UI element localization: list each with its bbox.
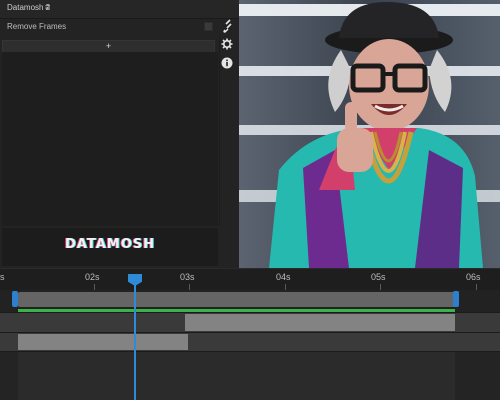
track-segment <box>18 352 455 400</box>
tick-label: 02s <box>85 272 100 282</box>
effect-label: Remove Frames <box>7 22 67 31</box>
hamburger-menu-icon[interactable]: ≡ <box>45 2 50 12</box>
link-icon[interactable] <box>222 19 234 33</box>
timeline-ruler[interactable]: s 02s 03s 04s 05s 06s <box>0 268 500 291</box>
info-icon[interactable] <box>221 57 233 69</box>
tick-label: s <box>0 272 5 282</box>
datamosh-logo: DATAMOSH <box>65 237 155 252</box>
render-bar <box>18 309 455 312</box>
frames-list <box>2 52 218 226</box>
logo-area: DATAMOSH <box>2 228 218 266</box>
clip-end-handle[interactable] <box>453 291 459 307</box>
panel-header: Datamosh 2 ≡ <box>0 0 239 19</box>
timeline-clip[interactable] <box>18 292 455 307</box>
track-segment[interactable] <box>185 314 455 331</box>
track-segment[interactable] <box>18 334 188 350</box>
effect-toggle-checkbox[interactable] <box>204 22 213 31</box>
clip-start-handle[interactable] <box>12 291 18 307</box>
playhead-line[interactable] <box>134 276 136 400</box>
video-preview <box>239 0 500 268</box>
tick-label: 03s <box>180 272 195 282</box>
tick-label: 04s <box>276 272 291 282</box>
gear-icon[interactable] <box>221 38 233 50</box>
tick-label: 05s <box>371 272 386 282</box>
effect-controls-panel: Datamosh 2 ≡ Remove Frames + DATAMOSH <box>0 0 239 268</box>
tick-label: 06s <box>466 272 481 282</box>
panel-title: Datamosh 2 <box>7 3 51 12</box>
divider <box>219 36 220 226</box>
video-frame-image <box>239 0 500 268</box>
